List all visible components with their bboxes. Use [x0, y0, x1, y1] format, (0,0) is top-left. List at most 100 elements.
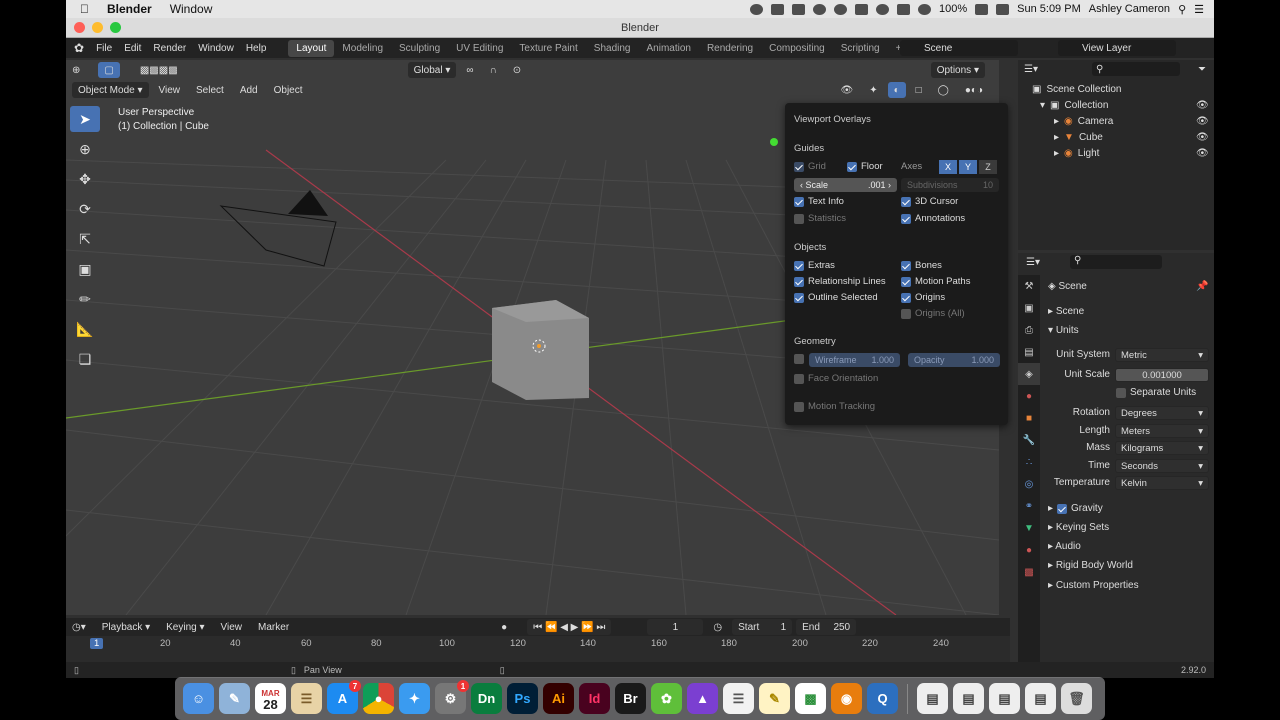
tab-rendering[interactable]: Rendering [699, 40, 761, 57]
tab-shading[interactable]: Shading [586, 40, 639, 57]
status-icon[interactable] [792, 3, 805, 15]
tab-layout[interactable]: Layout [288, 39, 335, 57]
airplay-icon[interactable] [855, 3, 868, 15]
pin-icon[interactable]: 📌 [1196, 281, 1208, 292]
playback-menu[interactable]: Playback ▾ [96, 619, 156, 635]
visibility-icon[interactable]: 👁 [834, 82, 859, 98]
3d-cursor-checkbox[interactable]: 3D Cursor [901, 196, 958, 207]
finder-icon[interactable]: ☺ [183, 683, 214, 714]
custom-properties-panel[interactable]: ▸ Custom Properties [1048, 580, 1139, 591]
data-tab-icon[interactable]: ▼ [1018, 517, 1040, 539]
zoom-button[interactable] [110, 22, 121, 33]
user-name[interactable]: Ashley Cameron [1089, 3, 1170, 15]
extras-checkbox[interactable]: Extras [794, 260, 835, 271]
measure-tool-icon[interactable]: 📐 [70, 316, 100, 342]
downloads-icon[interactable]: ▤ [917, 683, 948, 714]
eye-icon[interactable]: 👁 [1196, 132, 1209, 143]
keying-sets-panel[interactable]: ▸ Keying Sets [1048, 522, 1109, 533]
scale-tool-icon[interactable]: ⇱ [70, 226, 100, 252]
tab-modeling[interactable]: Modeling [334, 40, 391, 57]
grid-checkbox[interactable]: Grid [794, 161, 826, 172]
playback-controls[interactable]: ⏮ ⏪ ◀ ▶ ⏩ ⏭ [527, 619, 612, 635]
indesign-icon[interactable]: Id [579, 683, 610, 714]
modifier-tab-icon[interactable]: 🔧 [1018, 429, 1040, 451]
info-icon[interactable] [813, 3, 826, 15]
menu-render[interactable]: Render [153, 43, 186, 54]
tool-tab-icon[interactable]: ⚒ [1018, 275, 1040, 297]
record-icon[interactable] [750, 3, 763, 15]
origins-all-checkbox[interactable]: Origins (All) [901, 308, 965, 319]
tab-sculpting[interactable]: Sculpting [391, 40, 448, 57]
opacity-slider[interactable]: Opacity 1.000 [908, 353, 1000, 367]
magnet-icon[interactable]: ∩ [484, 62, 503, 78]
axis-y-toggle[interactable]: Y [959, 160, 977, 174]
transform-tool-icon[interactable]: ▣ [70, 256, 100, 282]
wifi-icon[interactable] [918, 3, 931, 15]
tab-animation[interactable]: Animation [638, 40, 698, 57]
apple-icon[interactable]:  [80, 2, 89, 16]
render-tab-icon[interactable]: ▣ [1018, 297, 1040, 319]
length-dropdown[interactable]: Meters ▾ [1115, 424, 1209, 438]
screenshot-icon[interactable]: ▤ [989, 683, 1020, 714]
outliner-display-mode-icon[interactable]: ☰▾ [1024, 64, 1038, 75]
mode-dropdown[interactable]: Object Mode ▾ [72, 82, 149, 98]
eye-icon[interactable]: 👁 [1196, 148, 1209, 159]
start-frame-field[interactable]: Start 1 [732, 619, 793, 635]
tab-uv-editing[interactable]: UV Editing [448, 40, 511, 57]
select-tool-icon[interactable]: ➤ [70, 106, 100, 132]
snap-icon[interactable]: ∞ [460, 62, 479, 78]
collection-row[interactable]: ▾ ▣ Collection [1040, 100, 1108, 111]
wireframe-checkbox[interactable] [794, 354, 804, 364]
texture-tab-icon[interactable]: ▩ [1018, 561, 1040, 583]
face-orientation-checkbox[interactable]: Face Orientation [794, 373, 878, 384]
document-icon[interactable]: ☰ [723, 683, 754, 714]
scene-tab-icon[interactable]: ◈ [1018, 363, 1040, 385]
statistics-checkbox[interactable]: Statistics [794, 213, 846, 224]
leaf-app-icon[interactable]: ✿ [651, 683, 682, 714]
chrome-icon[interactable]: ● [363, 683, 394, 714]
rotate-tool-icon[interactable]: ⟳ [70, 196, 100, 222]
temperature-dropdown[interactable]: Kelvin ▾ [1115, 476, 1209, 490]
control-center-icon[interactable]: ☰ [1194, 3, 1204, 16]
status-icon[interactable] [771, 3, 784, 15]
stack-icon[interactable]: ▤ [953, 683, 984, 714]
transform-pivot-icon[interactable]: ⊕ [66, 62, 86, 78]
object-tab-icon[interactable]: ■ [1018, 407, 1040, 429]
move-tool-icon[interactable]: ✥ [70, 166, 100, 192]
physics-tab-icon[interactable]: ◎ [1018, 473, 1040, 495]
unit-scale-field[interactable]: 0.001000 [1115, 368, 1209, 382]
bones-checkbox[interactable]: Bones [901, 260, 942, 271]
quicktime-icon[interactable]: Q [867, 683, 898, 714]
pages-icon[interactable]: ✎ [759, 683, 790, 714]
window-menu[interactable]: Window [170, 2, 213, 16]
preview-icon[interactable]: ✎ [219, 683, 250, 714]
properties-search-input[interactable]: ⚲ [1070, 255, 1162, 269]
units-panel[interactable]: ▾ Units [1048, 325, 1079, 336]
battery-icon[interactable] [975, 3, 989, 15]
menu-edit[interactable]: Edit [124, 43, 141, 54]
output-tab-icon[interactable]: ⎙ [1018, 319, 1040, 341]
overlays-toggle-icon[interactable]: ◐ [887, 82, 906, 98]
numbers-icon[interactable]: ▩ [795, 683, 826, 714]
gizmo-icon[interactable]: ✦ [863, 82, 883, 98]
affinity-icon[interactable]: ▲ [687, 683, 718, 714]
close-button[interactable] [74, 22, 85, 33]
scale-slider[interactable]: ‹ Scale .001 › [794, 178, 897, 192]
outliner-item-cube[interactable]: ▸ ▼ Cube [1054, 132, 1103, 143]
mass-dropdown[interactable]: Kilograms ▾ [1115, 441, 1209, 455]
annotations-checkbox[interactable]: Annotations [901, 213, 965, 224]
tab-scripting[interactable]: Scripting [833, 40, 888, 57]
marker-menu[interactable]: Marker [252, 619, 295, 635]
search-icon[interactable]: ⚲ [1178, 3, 1186, 16]
axis-z-toggle[interactable]: Z [979, 160, 997, 174]
scene-panel[interactable]: ▸ Scene [1048, 306, 1084, 317]
blender-icon[interactable]: ◉ [831, 683, 862, 714]
trash-icon[interactable]: 🗑 [1061, 683, 1092, 714]
axis-x-toggle[interactable]: X [939, 160, 957, 174]
select-mode-icon[interactable]: ▩▩▩▩ [134, 62, 184, 78]
wireframe-slider[interactable]: Wireframe 1.000 [809, 353, 900, 367]
options-dropdown[interactable]: Options ▾ [930, 62, 985, 78]
dimension-icon[interactable]: Dn [471, 683, 502, 714]
motion-paths-checkbox[interactable]: Motion Paths [901, 276, 970, 287]
transform-orientation-dropdown[interactable]: Global ▾ [407, 62, 457, 78]
